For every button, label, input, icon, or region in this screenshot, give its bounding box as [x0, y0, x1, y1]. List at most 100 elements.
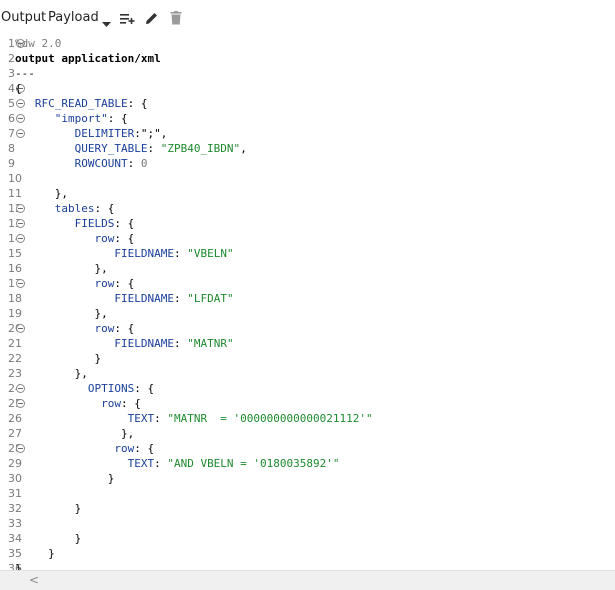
code-text: FIELDNAME: "LFDAT"	[15, 291, 233, 306]
code-line[interactable]: 31	[0, 486, 615, 501]
code-line[interactable]: 19 },	[0, 306, 615, 321]
code-token: },	[15, 262, 108, 275]
code-token: ROWCOUNT	[15, 157, 128, 170]
code-line[interactable]: 29 TEXT: "AND VBELN = '0180035892'"	[0, 456, 615, 471]
code-text: row: {	[15, 276, 134, 291]
code-text: },	[15, 306, 108, 321]
code-line[interactable]: 5 RFC_READ_TABLE: {	[0, 96, 615, 111]
code-token: :	[154, 457, 168, 470]
code-text: }	[15, 501, 82, 516]
code-line[interactable]: 10	[0, 171, 615, 186]
line-number: 10	[8, 172, 22, 185]
code-line[interactable]: 23 },	[0, 366, 615, 381]
code-token: tables	[15, 202, 95, 215]
code-text: "import": {	[15, 111, 128, 126]
code-text: row: {	[15, 441, 154, 456]
code-token: }	[15, 502, 82, 515]
code-token: }	[15, 562, 22, 570]
tab-payload[interactable]: Payload	[48, 10, 99, 25]
code-text: TEXT: "AND VBELN = '0180035892'"	[15, 456, 340, 471]
code-line[interactable]: 4{	[0, 81, 615, 96]
code-line[interactable]: 15 FIELDNAME: "VBELN"	[0, 246, 615, 261]
code-token: "MATNR = '000000000000021112'"	[167, 412, 373, 425]
code-editor[interactable]: 1 %dw 2.0 2 output application/xml 3 --- 4{5 R…	[0, 36, 615, 570]
code-token: TEXT	[15, 457, 155, 470]
code-token: row	[15, 232, 115, 245]
code-line[interactable]: 35 }	[0, 546, 615, 561]
code-token: "import"	[15, 112, 108, 125]
code-text: FIELDNAME: "VBELN"	[15, 246, 234, 261]
code-line[interactable]: 7 DELIMITER:";",	[0, 126, 615, 141]
code-line[interactable]: 26 TEXT: "MATNR = '000000000000021112'"	[0, 411, 615, 426]
code-line[interactable]: 6 "import": {	[0, 111, 615, 126]
line-number: 7	[8, 127, 15, 140]
line-number: 5	[8, 97, 15, 110]
code-text: },	[15, 186, 68, 201]
tab-output[interactable]: Output	[1, 10, 46, 25]
code-text: DELIMITER:";",	[15, 126, 168, 141]
code-line[interactable]: 25 row: {	[0, 396, 615, 411]
code-token: },	[15, 307, 108, 320]
code-line[interactable]: 8 QUERY_TABLE: "ZPB40_IBDN",	[0, 141, 615, 156]
line-number: 6	[8, 112, 15, 125]
code-line[interactable]: 36}	[0, 561, 615, 570]
code-line[interactable]: 27 },	[0, 426, 615, 441]
dropdown-arrow-icon[interactable]	[102, 15, 112, 33]
code-token: :	[173, 247, 188, 260]
code-token: row	[15, 397, 121, 410]
code-text: {	[15, 81, 22, 96]
code-text: }	[15, 351, 101, 366]
code-line[interactable]: 24 OPTIONS: {	[0, 381, 615, 396]
code-line[interactable]: 32 }	[0, 501, 615, 516]
code-token: FIELDS	[15, 217, 115, 230]
code-text: ---	[15, 66, 35, 81]
edit-pencil-icon[interactable]	[145, 11, 159, 30]
code-token: "MATNR"	[187, 337, 234, 350]
code-token: :	[127, 157, 141, 170]
code-token: DELIMITER	[15, 127, 135, 140]
code-token: : {	[114, 322, 135, 335]
code-line[interactable]: 16 },	[0, 261, 615, 276]
code-token: %dw 2.0	[15, 37, 62, 50]
code-token: }	[15, 547, 55, 560]
code-line[interactable]: 3 ---	[0, 66, 615, 81]
code-line[interactable]: 22 }	[0, 351, 615, 366]
code-line[interactable]: 30 }	[0, 471, 615, 486]
code-line[interactable]: 17 row: {	[0, 276, 615, 291]
code-token: OPTIONS	[15, 382, 135, 395]
code-line[interactable]: 18 FIELDNAME: "LFDAT"	[0, 291, 615, 306]
code-token: : {	[107, 112, 128, 125]
code-token: "VBELN"	[187, 247, 234, 260]
code-line[interactable]: 20 row: {	[0, 321, 615, 336]
code-text: },	[15, 426, 134, 441]
code-token: },	[15, 427, 135, 440]
code-line[interactable]: 14 row: {	[0, 231, 615, 246]
line-number: 8	[8, 142, 15, 155]
code-line[interactable]: 9 ROWCOUNT: 0	[0, 156, 615, 171]
code-line[interactable]: 12 tables: {	[0, 201, 615, 216]
horizontal-scrollbar[interactable]: <	[0, 570, 615, 590]
code-text: %dw 2.0	[15, 36, 61, 51]
code-line[interactable]: 21 FIELDNAME: "MATNR"	[0, 336, 615, 351]
code-text: row: {	[15, 396, 141, 411]
code-line[interactable]: 2 output application/xml	[0, 51, 615, 66]
code-token: row	[15, 322, 115, 335]
code-token: }	[15, 352, 102, 365]
code-text: }	[15, 531, 82, 546]
line-number: 2	[8, 52, 15, 65]
code-line[interactable]: 11 },	[0, 186, 615, 201]
add-list-icon[interactable]	[120, 12, 135, 30]
code-line[interactable]: 13 FIELDS: {	[0, 216, 615, 231]
code-line[interactable]: 1 %dw 2.0	[0, 36, 615, 51]
code-line[interactable]: 34 }	[0, 531, 615, 546]
code-token: :	[147, 142, 161, 155]
code-token: :";",	[134, 127, 168, 140]
code-token: "AND VBELN = '0180035892'"	[167, 457, 340, 470]
delete-trash-icon[interactable]	[170, 11, 182, 30]
code-line[interactable]: 33	[0, 516, 615, 531]
code-text: FIELDNAME: "MATNR"	[15, 336, 234, 351]
code-token: : {	[134, 442, 155, 455]
scroll-left-arrow-icon[interactable]: <	[29, 573, 39, 587]
code-line[interactable]: 28 row: {	[0, 441, 615, 456]
code-text: },	[15, 261, 108, 276]
